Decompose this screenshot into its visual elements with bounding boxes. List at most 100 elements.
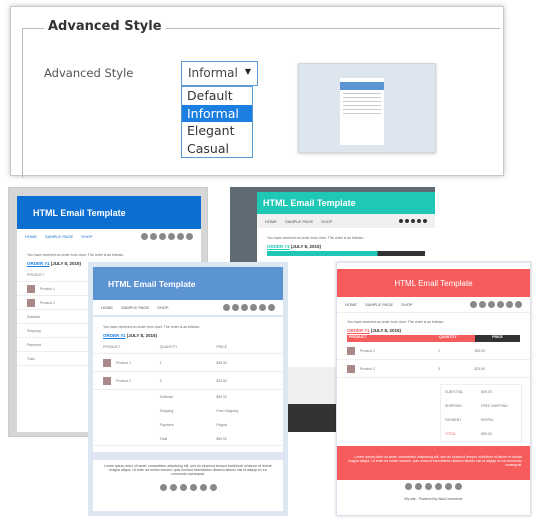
element: PRODUCT <box>103 344 121 349</box>
element: Lorem ipsum dolor sit amet, consectetur … <box>337 446 530 480</box>
element: $35.50 <box>216 360 228 365</box>
element: SHOP <box>321 218 333 224</box>
social-icon <box>209 484 217 491</box>
element: HOME <box>101 305 113 310</box>
dropdown-arrow-icon: ▼ <box>244 67 251 76</box>
social-icon <box>488 301 495 308</box>
social-icon <box>179 484 187 491</box>
table-header-bar <box>267 251 425 256</box>
social-icon <box>417 219 421 223</box>
element: PRICE <box>475 335 520 342</box>
element: Product 1 <box>103 358 160 367</box>
social-icons <box>141 232 193 240</box>
order-link: ORDER #1 <box>27 261 50 266</box>
element: HOME <box>345 302 357 307</box>
social-icon <box>232 304 239 311</box>
element <box>343 109 381 110</box>
social-icon <box>268 304 275 311</box>
element: $59.00 <box>481 390 492 394</box>
element: SUBTOTAL <box>445 390 464 394</box>
nav-shop: SHOP <box>81 233 93 239</box>
email-header: HTML Email Template <box>17 196 201 229</box>
element <box>343 105 381 106</box>
element: 1 <box>159 360 162 365</box>
social-icon <box>423 219 427 223</box>
table-row: PAYMENT PAYPAL <box>441 413 521 427</box>
nav-home: HOME <box>25 233 37 239</box>
table-row: Payment Paypal <box>93 418 283 432</box>
social-icon <box>199 484 207 491</box>
element: ORDER #1 (JULY 8, 2015) <box>257 242 435 251</box>
social-icon <box>177 232 184 240</box>
social-icon <box>159 232 166 240</box>
element: ORDER #1 (JULY 8, 2015) <box>93 331 283 340</box>
table-row: Product 2 3 $23.50 <box>93 372 283 390</box>
element: Lorem ipsum dolor sit amet, consectetur … <box>104 464 272 476</box>
table-row: Shipping Free Shipping <box>93 404 283 418</box>
element: $59.00 <box>216 436 228 441</box>
email-header: HTML Email Template <box>93 267 283 300</box>
social-icon <box>399 219 403 223</box>
product-thumbnail <box>103 358 111 367</box>
email-header: HTML Email Template <box>257 192 435 214</box>
element: TOTAL <box>445 432 456 436</box>
option-elegant[interactable]: Elegant <box>182 122 252 140</box>
social-icon <box>168 232 175 240</box>
style-dropdown-list: Default Informal Elegant Casual <box>181 86 253 158</box>
table-row: TOTAL $59.00 <box>441 427 521 441</box>
element: FREE SHIPPING <box>481 404 509 408</box>
element: HOME SAMPLE PAGE SHOP <box>257 214 435 228</box>
element <box>343 101 381 102</box>
social-icon <box>405 219 409 223</box>
email-preview-informal: HTML Email Template HOME SAMPLE PAGE SHOP … <box>88 262 288 516</box>
element: (JULY 8, 2015) <box>50 261 82 266</box>
order-intro: You have received an order from User. Th… <box>27 253 124 257</box>
social-icon <box>411 219 415 223</box>
option-informal[interactable]: Informal <box>182 104 252 122</box>
option-default[interactable]: Default <box>182 87 252 105</box>
social-icon <box>150 232 157 240</box>
social-icon <box>515 301 522 308</box>
option-casual[interactable]: Casual <box>182 140 252 158</box>
element: SHIPPING <box>445 404 462 408</box>
table-row: SHIPPING FREE SHIPPING <box>441 399 521 413</box>
social-icon <box>169 484 177 491</box>
element: Free Shipping <box>216 409 239 413</box>
social-icon <box>506 301 513 308</box>
element: HOME SAMPLE PAGE SHOP <box>17 229 201 243</box>
element: ORDER #1 (JULY 8, 2015) <box>337 326 530 335</box>
product-thumbnail <box>347 364 355 373</box>
element: Product 2 <box>103 376 160 385</box>
element: Shipping <box>159 409 174 413</box>
email-header: HTML Email Template <box>337 269 530 297</box>
element: Product 2 <box>347 364 438 373</box>
advanced-style-select[interactable]: Informal ▼ <box>181 61 258 86</box>
element: Product 1 <box>360 348 375 353</box>
table-row: PRODUCT QUANTITY PRICE <box>93 340 283 354</box>
element: $23.50 <box>216 378 228 383</box>
select-value: Informal <box>188 66 238 80</box>
element: Paypal <box>216 423 228 427</box>
social-icon <box>470 301 477 308</box>
element: Payment <box>159 423 174 427</box>
element: PRODUCT <box>347 335 439 342</box>
element: QUANTITY <box>439 335 475 342</box>
element: $59.00 <box>216 395 228 399</box>
table-row: Total $59.00 <box>93 432 283 446</box>
element: PRICE <box>216 344 228 349</box>
element: HOME <box>265 218 277 224</box>
element: PAYMENT <box>445 418 462 422</box>
element: ORDER #1 <box>347 328 370 333</box>
element: SAMPLE PAGE <box>121 305 150 310</box>
social-icon <box>241 304 248 311</box>
element: Product 1 <box>116 360 131 365</box>
element: HTML Email Template HOME SAMPLE PAGE SHOP … <box>93 267 283 511</box>
element: 3 <box>438 366 440 371</box>
table-row: Product 1 1 $35.50 <box>337 342 530 360</box>
element: SAMPLE PAGE <box>285 218 314 224</box>
element <box>340 82 384 90</box>
footer-social-icons <box>337 483 530 490</box>
element: ORDER #1 <box>103 333 126 338</box>
social-icon <box>259 304 266 311</box>
element: 1 <box>438 348 440 353</box>
